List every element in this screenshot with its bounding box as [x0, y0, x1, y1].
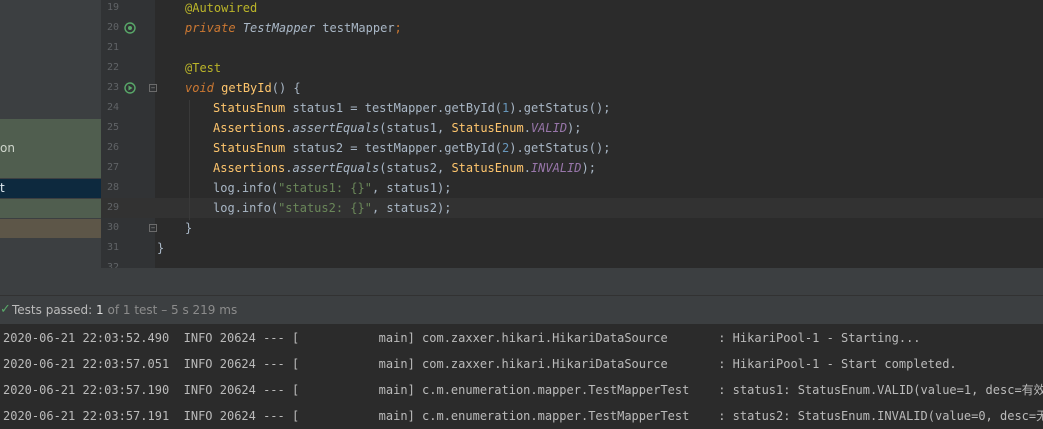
line-number: 26 [106, 142, 119, 153]
code-text: log.info("status2: {}", status2); [213, 201, 452, 215]
line-number: 23 [106, 82, 119, 93]
run-test-icon[interactable] [124, 82, 136, 94]
console-output[interactable]: 2020-06-21 22:03:52.490 INFO 20624 --- [… [0, 325, 1043, 429]
console-line: 2020-06-21 22:03:52.490 INFO 20624 --- [… [3, 331, 921, 345]
project-tree-row-label: on [0, 141, 15, 155]
line-number: 29 [106, 202, 119, 213]
test-status-text: Tests passed: 1 of 1 test – 5 s 219 ms [12, 303, 238, 317]
line-number: 27 [106, 162, 119, 173]
project-tree-row-passed[interactable]: on [0, 119, 101, 178]
code-text: private TestMapper testMapper; [185, 21, 402, 35]
code-text: Assertions.assertEquals(status2, StatusE… [213, 161, 596, 175]
code-line-29[interactable]: 29 log.info("status2: {}", status2); [101, 198, 1043, 218]
project-tree-row[interactable] [0, 199, 101, 218]
code-text: log.info("status1: {}", status1); [213, 181, 452, 195]
fold-icon[interactable]: − [149, 84, 157, 92]
code-line-20[interactable]: 20 private TestMapper testMapper; [101, 18, 1043, 38]
project-tree-row-label: t [0, 181, 5, 195]
code-text: StatusEnum status2 = testMapper.getById(… [213, 141, 611, 155]
code-text: Assertions.assertEquals(status1, StatusE… [213, 121, 582, 135]
line-number: 32 [106, 262, 119, 268]
fold-icon[interactable]: − [149, 224, 157, 232]
project-tree-row[interactable] [0, 219, 101, 238]
autowired-bean-icon[interactable] [124, 22, 136, 34]
code-line-19[interactable]: 19 @Autowired [101, 0, 1043, 18]
line-number: 31 [106, 242, 119, 253]
line-number: 25 [106, 122, 119, 133]
code-line-32[interactable]: 32 [101, 258, 1043, 268]
run-toolwindow-header [0, 268, 1043, 296]
code-text: StatusEnum status1 = testMapper.getById(… [213, 101, 611, 115]
code-line-21[interactable]: 21 [101, 38, 1043, 58]
code-text: } [157, 241, 165, 255]
code-text: @Autowired [185, 1, 258, 15]
code-line-31[interactable]: 31 } [101, 238, 1043, 258]
code-line-27[interactable]: 27 Assertions.assertEquals(status2, Stat… [101, 158, 1043, 178]
code-line-23[interactable]: 23 − void getById() { [101, 78, 1043, 98]
code-text: @Test [185, 61, 222, 75]
project-tree-row-selected[interactable]: t [0, 179, 101, 198]
code-line-28[interactable]: 28 log.info("status1: {}", status1); [101, 178, 1043, 198]
line-number: 22 [106, 62, 119, 73]
code-line-26[interactable]: 26 StatusEnum status2 = testMapper.getBy… [101, 138, 1043, 158]
line-number: 21 [106, 42, 119, 53]
check-icon: ✓ [0, 302, 11, 317]
console-line: 2020-06-21 22:03:57.051 INFO 20624 --- [… [3, 357, 957, 371]
test-status-bar: ✓ Tests passed: 1 of 1 test – 5 s 219 ms [0, 296, 1043, 325]
line-number: 19 [106, 2, 119, 13]
project-panel: on t [0, 0, 101, 268]
line-number: 30 [106, 222, 119, 233]
code-line-30[interactable]: 30 − } [101, 218, 1043, 238]
console-line: 2020-06-21 22:03:57.191 INFO 20624 --- [… [3, 409, 1043, 423]
line-number: 20 [106, 22, 119, 33]
code-line-22[interactable]: 22 @Test [101, 58, 1043, 78]
line-number: 28 [106, 182, 119, 193]
code-editor[interactable]: 19 @Autowired 20 private TestMapper test… [101, 0, 1043, 268]
code-text: void getById() { [185, 81, 301, 95]
code-line-25[interactable]: 25 Assertions.assertEquals(status1, Stat… [101, 118, 1043, 138]
code-line-24[interactable]: 24 StatusEnum status1 = testMapper.getBy… [101, 98, 1043, 118]
code-text: } [185, 221, 193, 235]
console-line: 2020-06-21 22:03:57.190 INFO 20624 --- [… [3, 383, 1043, 397]
line-number: 24 [106, 102, 119, 113]
